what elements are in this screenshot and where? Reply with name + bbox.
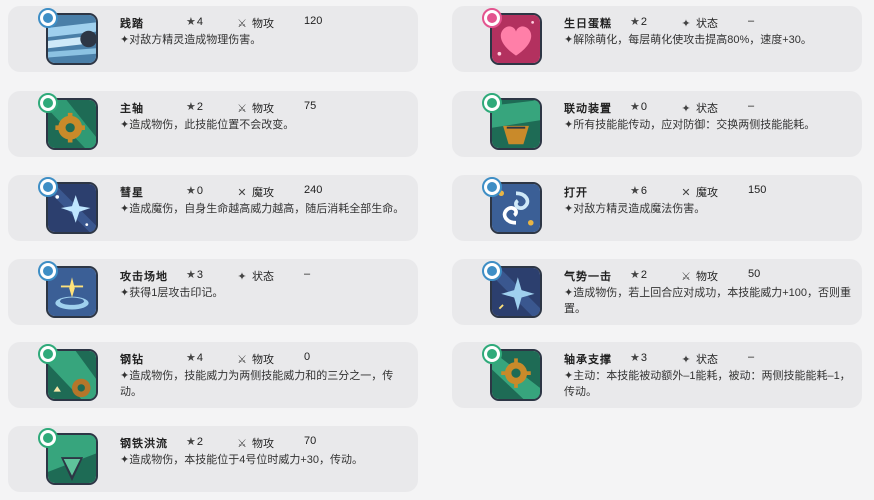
sparkle-icon: ✦	[681, 103, 691, 115]
skill-category: ✦ 状态	[237, 271, 274, 283]
skill-cost: ★3	[630, 352, 647, 364]
skill-power: 120	[304, 15, 323, 27]
skill-power: –	[748, 351, 755, 363]
skill-power: 70	[304, 435, 317, 447]
skill-card[interactable]: 联动装置 ★0 ✦ 状态 – ✦所有技能能传动，应对防御：交换两侧技能能耗。	[452, 91, 862, 157]
skill-category: ⚔ 物攻	[681, 271, 718, 283]
skill-power: 240	[304, 184, 323, 196]
energy-star-icon: ★	[186, 185, 196, 197]
skill-type-badge	[38, 8, 58, 28]
skill-category: ⚔ 物攻	[237, 438, 274, 450]
skill-cost: ★0	[186, 185, 203, 197]
skill-description: ✦所有技能能传动，应对防御：交换两侧技能能耗。	[564, 119, 816, 131]
skill-description: ✦造成物伤，此技能位置不会改变。	[120, 119, 295, 131]
skill-name: 轴承支撑	[564, 354, 612, 366]
crossed-wands-icon: ✕	[237, 187, 247, 199]
skill-cost: ★2	[186, 436, 203, 448]
skill-cost: ★4	[186, 16, 203, 28]
skill-type-badge	[38, 428, 58, 448]
skill-name: 联动装置	[564, 103, 612, 115]
energy-star-icon: ★	[186, 436, 196, 448]
skill-cost: ★6	[630, 185, 647, 197]
skill-type-badge	[38, 261, 58, 281]
skill-card[interactable]: 气势一击 ★2 ⚔ 物攻 50 ✦造成物伤，若上回合应对成功，本技能威力+100，…	[452, 259, 862, 325]
skill-type-badge	[38, 177, 58, 197]
skill-card[interactable]: 主轴 ★2 ⚔ 物攻 75 ✦造成物伤，此技能位置不会改变。	[8, 91, 418, 157]
energy-star-icon: ★	[186, 101, 196, 113]
skill-category: ✕ 魔攻	[237, 187, 274, 199]
skill-description: ✦造成物伤，技能威力为两侧技能威力和的三分之一，传动。	[120, 370, 394, 398]
skill-name: 践踏	[120, 18, 144, 30]
energy-star-icon: ★	[630, 16, 640, 28]
skill-card[interactable]: 生日蛋糕 ★2 ✦ 状态 – ✦解除萌化，每层萌化使攻击提高80%，速度+30。	[452, 6, 862, 72]
energy-star-icon: ★	[630, 185, 640, 197]
sword-icon: ⚔	[237, 103, 247, 115]
skill-power: 75	[304, 100, 317, 112]
skill-description: ✦主动：本技能被动额外–1能耗，被动：两侧技能能耗–1，传动。	[564, 370, 851, 398]
skill-category: ✕ 魔攻	[681, 187, 718, 199]
crossed-wands-icon: ✕	[681, 187, 691, 199]
skill-description: ✦造成物伤，若上回合应对成功，本技能威力+100，否则重置。	[564, 287, 851, 315]
skill-name: 攻击场地	[120, 271, 168, 283]
skill-name: 主轴	[120, 103, 144, 115]
skill-description: ✦获得1层攻击印记。	[120, 287, 224, 299]
skill-type-badge	[38, 344, 58, 364]
skill-name: 生日蛋糕	[564, 18, 612, 30]
energy-star-icon: ★	[630, 269, 640, 281]
skill-card[interactable]: 轴承支撑 ★3 ✦ 状态 – ✦主动：本技能被动额外–1能耗，被动：两侧技能能耗–…	[452, 342, 862, 408]
energy-star-icon: ★	[630, 101, 640, 113]
skill-cost: ★4	[186, 352, 203, 364]
skill-cost: ★2	[630, 16, 647, 28]
skill-cost: ★2	[186, 101, 203, 113]
sword-icon: ⚔	[237, 354, 247, 366]
skill-card[interactable]: 彗星 ★0 ✕ 魔攻 240 ✦造成魔伤，自身生命越高威力越高，随后消耗全部生命。	[8, 175, 418, 241]
skill-power: –	[748, 100, 755, 112]
sparkle-icon: ✦	[681, 354, 691, 366]
skill-power: –	[748, 15, 755, 27]
skill-description: ✦解除萌化，每层萌化使攻击提高80%，速度+30。	[564, 34, 812, 46]
skill-card[interactable]: 攻击场地 ★3 ✦ 状态 – ✦获得1层攻击印记。	[8, 259, 418, 325]
skill-name: 钢钻	[120, 354, 144, 366]
skill-type-badge	[482, 177, 502, 197]
sword-icon: ⚔	[237, 438, 247, 450]
skill-type-badge	[482, 344, 502, 364]
skill-category: ✦ 状态	[681, 103, 718, 115]
skill-category: ⚔ 物攻	[237, 354, 274, 366]
energy-star-icon: ★	[186, 269, 196, 281]
skill-category: ✦ 状态	[681, 18, 718, 30]
skill-description: ✦对敌方精灵造成物理伤害。	[120, 34, 262, 46]
skill-type-badge	[482, 261, 502, 281]
sword-icon: ⚔	[681, 271, 691, 283]
skill-category: ⚔ 物攻	[237, 103, 274, 115]
skill-power: –	[304, 268, 311, 280]
energy-star-icon: ★	[186, 16, 196, 28]
skill-description: ✦造成物伤，本技能位于4号位时威力+30，传动。	[120, 454, 363, 466]
skill-card[interactable]: 钢铁洪流 ★2 ⚔ 物攻 70 ✦造成物伤，本技能位于4号位时威力+30，传动。	[8, 426, 418, 492]
skill-type-badge	[482, 8, 502, 28]
skill-cost: ★3	[186, 269, 203, 281]
skill-description: ✦对敌方精灵造成魔法伤害。	[564, 203, 706, 215]
sparkle-icon: ✦	[237, 271, 247, 283]
skill-cost: ★0	[630, 101, 647, 113]
skill-category: ✦ 状态	[681, 354, 718, 366]
skill-name: 气势一击	[564, 271, 612, 283]
skill-type-badge	[38, 93, 58, 113]
energy-star-icon: ★	[630, 352, 640, 364]
skill-power: 0	[304, 351, 311, 363]
skill-category: ⚔ 物攻	[237, 18, 274, 30]
skill-power: 50	[748, 268, 761, 280]
skill-type-badge	[482, 93, 502, 113]
skill-card[interactable]: 钢钻 ★4 ⚔ 物攻 0 ✦造成物伤，技能威力为两侧技能威力和的三分之一，传动。	[8, 342, 418, 408]
skill-card[interactable]: 打开 ★6 ✕ 魔攻 150 ✦对敌方精灵造成魔法伤害。	[452, 175, 862, 241]
skill-card[interactable]: 践踏 ★4 ⚔ 物攻 120 ✦对敌方精灵造成物理伤害。	[8, 6, 418, 72]
skill-name: 打开	[564, 187, 588, 199]
energy-star-icon: ★	[186, 352, 196, 364]
skill-cost: ★2	[630, 269, 647, 281]
skill-description: ✦造成魔伤，自身生命越高威力越高，随后消耗全部生命。	[120, 203, 405, 215]
skill-name: 钢铁洪流	[120, 438, 168, 450]
sword-icon: ⚔	[237, 18, 247, 30]
skill-power: 150	[748, 184, 767, 196]
sparkle-icon: ✦	[681, 18, 691, 30]
skill-name: 彗星	[120, 187, 144, 199]
